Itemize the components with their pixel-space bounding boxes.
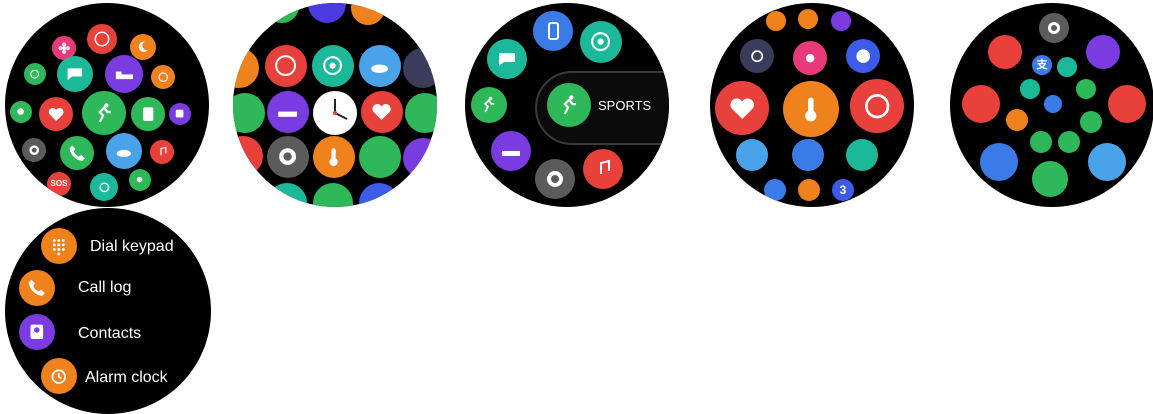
app-icon-bottom-blue[interactable] xyxy=(359,183,399,207)
night-mode-icon[interactable] xyxy=(130,34,156,60)
phone-transfer-icon[interactable] xyxy=(792,139,824,171)
heart-rate-icon[interactable] xyxy=(962,85,1000,123)
app-icon-edge-right[interactable] xyxy=(403,48,437,88)
stopwatch-icon[interactable] xyxy=(313,183,353,207)
count-badge[interactable]: 3 xyxy=(832,179,854,201)
list-item-call-log[interactable]: Call log xyxy=(78,279,131,297)
sports-icon[interactable] xyxy=(82,91,126,135)
list-item-contacts[interactable]: Contacts xyxy=(78,325,141,343)
message-icon[interactable] xyxy=(487,39,527,79)
keypad-icon[interactable] xyxy=(41,228,77,264)
temperature-icon[interactable] xyxy=(1006,109,1028,131)
contacts-icon[interactable] xyxy=(19,314,55,350)
sleep-edge-icon[interactable] xyxy=(403,138,437,178)
alarm-clock-icon[interactable] xyxy=(41,358,77,394)
app-icon-bottom-teal[interactable] xyxy=(267,183,307,207)
watch-icon[interactable] xyxy=(129,169,151,191)
stopwatch-icon[interactable] xyxy=(24,63,46,85)
alarm-icon[interactable] xyxy=(798,179,820,201)
alipay-icon[interactable] xyxy=(764,179,786,201)
stopwatch-icon[interactable] xyxy=(1032,161,1068,197)
sports-icon[interactable] xyxy=(359,136,401,178)
weather-icon[interactable] xyxy=(106,133,142,169)
game-icon[interactable] xyxy=(87,24,117,54)
sleep-icon[interactable] xyxy=(491,131,531,171)
sports-icon[interactable] xyxy=(1058,131,1080,153)
alarm-icon[interactable] xyxy=(151,65,175,89)
list-item-alarm-clock[interactable]: Alarm clock xyxy=(85,369,168,387)
phone-transfer-icon[interactable] xyxy=(533,11,573,51)
sports-icon-left[interactable] xyxy=(471,87,507,123)
music-icon[interactable] xyxy=(583,149,623,189)
sleep-icon[interactable] xyxy=(267,91,309,133)
music-icon[interactable] xyxy=(150,140,174,164)
heart-rate-icon[interactable] xyxy=(39,97,73,131)
game-icon[interactable] xyxy=(1108,85,1146,123)
call-log-icon[interactable] xyxy=(19,270,55,306)
heart-rate-icon[interactable] xyxy=(361,91,403,133)
info-icon[interactable] xyxy=(846,39,880,73)
target-small-icon[interactable] xyxy=(1057,57,1077,77)
contacts-small-icon[interactable] xyxy=(169,103,191,125)
sleep-icon[interactable] xyxy=(1086,35,1120,69)
settings-icon[interactable] xyxy=(1039,13,1069,43)
target-icon[interactable] xyxy=(846,139,878,171)
weather-icon[interactable] xyxy=(359,45,401,87)
home-icon[interactable] xyxy=(1044,95,1062,113)
sos-button[interactable]: SOS xyxy=(47,172,71,196)
game-icon[interactable] xyxy=(850,79,904,133)
settings-icon[interactable] xyxy=(22,138,46,162)
handshake-icon[interactable] xyxy=(1080,111,1102,133)
sports-label: SPORTS xyxy=(598,98,652,113)
call-log-icon[interactable] xyxy=(798,9,818,29)
music-icon[interactable] xyxy=(988,35,1022,69)
phone-icon[interactable] xyxy=(1030,131,1052,153)
watch-screen-sports-focus: SPORTS xyxy=(465,3,669,207)
crosshair-icon[interactable] xyxy=(740,39,774,73)
weather-icon[interactable] xyxy=(736,139,768,171)
flower-icon[interactable] xyxy=(793,41,827,75)
document-icon[interactable] xyxy=(233,93,265,133)
keypad-top-icon[interactable] xyxy=(351,3,385,25)
watch-screen-honeycomb-1: SOS xyxy=(5,3,209,207)
weather-icon[interactable] xyxy=(1088,143,1126,181)
compass-icon[interactable] xyxy=(90,173,118,201)
watch-screen-list: Dial keypad Call log Contacts Alarm cloc… xyxy=(5,208,211,414)
music-icon[interactable] xyxy=(233,136,263,176)
settings-icon[interactable] xyxy=(535,159,575,199)
watch-screen-bubbles: 3 xyxy=(710,3,914,207)
settings-icon[interactable] xyxy=(267,136,309,178)
message-icon[interactable] xyxy=(57,56,93,92)
app-icon-orange-edge[interactable] xyxy=(233,48,259,88)
phone-icon[interactable] xyxy=(405,93,437,133)
keypad-icon[interactable] xyxy=(766,11,786,31)
app-icon-top-purple[interactable] xyxy=(308,3,346,23)
game-icon[interactable] xyxy=(265,45,307,87)
temperature-icon[interactable] xyxy=(313,136,355,178)
clock-face-icon[interactable] xyxy=(313,91,357,135)
temperature-icon[interactable] xyxy=(783,81,839,137)
wallet-icon[interactable] xyxy=(980,143,1018,181)
list-item-dial-keypad[interactable]: Dial keypad xyxy=(90,238,174,256)
sports-icon[interactable] xyxy=(547,83,591,127)
watch-screen-honeycomb-zoomed xyxy=(233,3,437,207)
alipay-icon[interactable]: 支 xyxy=(1032,55,1052,75)
heart-rate-icon[interactable] xyxy=(715,81,769,135)
document-icon[interactable] xyxy=(131,97,165,131)
contacts-icon[interactable] xyxy=(831,11,851,31)
app-icon-top-green[interactable] xyxy=(265,3,299,23)
watch-screen-ring: 支 xyxy=(950,3,1153,207)
message-icon[interactable] xyxy=(1020,79,1040,99)
document-icon[interactable] xyxy=(1076,79,1096,99)
target-icon[interactable] xyxy=(312,45,354,87)
sleep-icon[interactable] xyxy=(105,55,143,93)
bluetooth-icon[interactable] xyxy=(10,101,32,123)
phone-icon[interactable] xyxy=(60,136,94,170)
target-icon[interactable] xyxy=(580,21,622,63)
